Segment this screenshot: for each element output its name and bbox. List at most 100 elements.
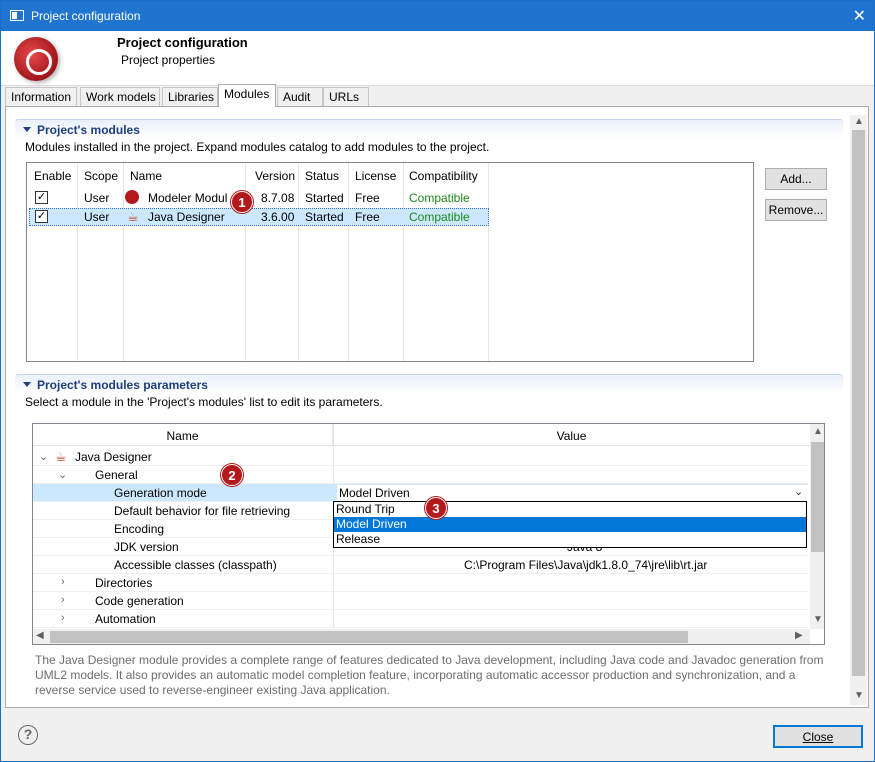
param-name: Default behavior for file retrieving bbox=[114, 504, 291, 518]
remove-module-button[interactable]: Remove... bbox=[765, 199, 827, 221]
param-name: JDK version bbox=[114, 540, 179, 554]
section-title-parameters: Project's modules parameters bbox=[37, 378, 208, 392]
callout-badge-1: 1 bbox=[231, 191, 253, 213]
row-scope: User bbox=[84, 210, 110, 224]
chevron-right-icon[interactable]: › bbox=[61, 576, 65, 588]
section-header-modules[interactable]: Project's modules bbox=[15, 119, 843, 139]
scroll-left-arrow-icon[interactable]: ◀ bbox=[36, 630, 44, 641]
column-header-enable[interactable]: Enable bbox=[34, 169, 71, 183]
parameters-description: Select a module in the 'Project's module… bbox=[25, 395, 383, 409]
modules-description: Modules installed in the project. Expand… bbox=[25, 140, 490, 154]
section-title-modules: Project's modules bbox=[37, 123, 140, 137]
table-row[interactable]: ✓ User ☕ Java Designer 3.6.00 Started Fr… bbox=[29, 208, 489, 226]
row-status: Started bbox=[305, 191, 344, 205]
generation-mode-dropdown: Round Trip Model Driven Release bbox=[333, 501, 807, 548]
row-version: 8.7.08 bbox=[261, 191, 295, 205]
tree-row-group[interactable]: › Code generation bbox=[33, 592, 808, 610]
project-configuration-window: Project configuration ✕ Project configur… bbox=[0, 0, 875, 762]
column-header-name[interactable]: Name bbox=[130, 169, 162, 183]
java-cup-icon: ☕ bbox=[55, 449, 67, 464]
chevron-down-icon[interactable]: ⌄ bbox=[39, 450, 48, 463]
row-status: Started bbox=[305, 210, 344, 224]
tree-row-generation-mode[interactable]: Generation mode Model Driven ⌄ bbox=[33, 484, 809, 502]
section-header-parameters[interactable]: Project's modules parameters bbox=[15, 374, 843, 394]
tree-label: Directories bbox=[95, 576, 153, 590]
scroll-down-arrow-icon[interactable]: ▼ bbox=[854, 690, 864, 701]
column-header-compatibility[interactable]: Compatibility bbox=[409, 169, 478, 183]
close-button-label: Close bbox=[802, 730, 834, 744]
tree-label: General bbox=[95, 468, 138, 482]
tab-audit[interactable]: Audit bbox=[277, 87, 323, 107]
tree-row-param[interactable]: Accessible classes (classpath) C:\Progra… bbox=[33, 556, 808, 574]
enable-checkbox[interactable]: ✓ bbox=[35, 191, 48, 204]
add-module-button[interactable]: Add... bbox=[765, 168, 827, 190]
modules-table: Enable Scope Name Version Status License… bbox=[26, 162, 754, 362]
tree-label: Code generation bbox=[95, 594, 184, 608]
column-header-value[interactable]: Value bbox=[333, 424, 810, 446]
close-button[interactable]: Close bbox=[773, 725, 863, 748]
scroll-down-arrow-icon[interactable]: ▼ bbox=[813, 614, 823, 625]
banner-title: Project configuration bbox=[117, 35, 248, 50]
scroll-thumb[interactable] bbox=[50, 631, 688, 643]
tree-row-general[interactable]: ⌄ General bbox=[33, 466, 808, 484]
table-row[interactable]: ✓ User Modeler Modul 8.7.08 Started Free… bbox=[29, 189, 489, 207]
param-name: Accessible classes (classpath) bbox=[114, 558, 277, 572]
scroll-up-arrow-icon[interactable]: ▲ bbox=[813, 426, 823, 437]
window-title: Project configuration bbox=[31, 9, 141, 23]
title-bar[interactable]: Project configuration ✕ bbox=[1, 1, 874, 31]
row-name: Java Designer bbox=[148, 210, 225, 224]
dropdown-option-model-driven[interactable]: Model Driven bbox=[334, 517, 806, 532]
modelio-logo-icon bbox=[14, 37, 58, 81]
chevron-right-icon[interactable]: › bbox=[61, 594, 65, 606]
column-header-scope[interactable]: Scope bbox=[84, 169, 118, 183]
row-compatibility: Compatible bbox=[409, 210, 470, 224]
horizontal-scrollbar[interactable]: ◀ ▶ bbox=[33, 629, 810, 644]
tree-row-group[interactable]: › Directories bbox=[33, 574, 808, 592]
panel-vertical-scrollbar[interactable]: ▲ ▼ bbox=[850, 115, 867, 705]
row-compatibility: Compatible bbox=[409, 191, 470, 205]
banner-subtitle: Project properties bbox=[121, 53, 216, 67]
chevron-right-icon[interactable]: › bbox=[61, 612, 65, 624]
dropdown-option-round-trip[interactable]: Round Trip bbox=[334, 502, 806, 517]
callout-badge-2: 2 bbox=[221, 464, 243, 486]
window-app-icon bbox=[10, 10, 24, 21]
scroll-up-arrow-icon[interactable]: ▲ bbox=[854, 116, 864, 127]
tab-modules[interactable]: Modules bbox=[218, 84, 276, 107]
param-value[interactable]: C:\Program Files\Java\jdk1.8.0_74\jre\li… bbox=[464, 558, 707, 572]
param-name: Encoding bbox=[114, 522, 165, 536]
generation-mode-combo[interactable]: Model Driven bbox=[337, 485, 809, 501]
row-version: 3.6.00 bbox=[261, 210, 295, 224]
column-header-name[interactable]: Name bbox=[33, 424, 333, 446]
enable-checkbox[interactable]: ✓ bbox=[35, 210, 48, 223]
column-header-license[interactable]: License bbox=[355, 169, 396, 183]
chevron-down-icon[interactable]: ⌄ bbox=[794, 485, 803, 498]
row-name: Modeler Modul bbox=[148, 191, 228, 205]
column-header-version[interactable]: Version bbox=[255, 169, 295, 183]
tab-work-models[interactable]: Work models bbox=[80, 87, 160, 107]
collapse-triangle-icon bbox=[23, 382, 31, 387]
scroll-thumb[interactable] bbox=[852, 130, 865, 676]
tab-libraries[interactable]: Libraries bbox=[162, 87, 218, 107]
row-license: Free bbox=[355, 210, 380, 224]
vertical-scrollbar[interactable]: ▲ ▼ bbox=[810, 424, 824, 629]
modelio-logo-icon bbox=[125, 190, 139, 204]
tree-row-group[interactable]: › Automation bbox=[33, 610, 808, 628]
row-license: Free bbox=[355, 191, 380, 205]
tree-row-module[interactable]: ⌄ ☕ Java Designer bbox=[33, 448, 808, 466]
row-scope: User bbox=[84, 191, 110, 205]
module-description-text: The Java Designer module provides a comp… bbox=[35, 653, 824, 697]
chevron-down-icon[interactable]: ⌄ bbox=[58, 468, 67, 481]
window-close-icon[interactable]: ✕ bbox=[853, 6, 866, 26]
tree-label: Java Designer bbox=[75, 450, 152, 464]
tab-urls[interactable]: URLs bbox=[323, 87, 369, 107]
tab-information[interactable]: Information bbox=[5, 87, 77, 107]
scroll-thumb[interactable] bbox=[811, 442, 824, 552]
param-name: Generation mode bbox=[114, 486, 207, 500]
tree-label: Automation bbox=[95, 612, 156, 626]
column-header-status[interactable]: Status bbox=[305, 169, 339, 183]
java-cup-icon: ☕ bbox=[127, 209, 139, 224]
collapse-triangle-icon bbox=[23, 127, 31, 132]
scroll-right-arrow-icon[interactable]: ▶ bbox=[795, 630, 803, 641]
dropdown-option-release[interactable]: Release bbox=[334, 532, 806, 547]
help-icon[interactable]: ? bbox=[18, 725, 38, 745]
